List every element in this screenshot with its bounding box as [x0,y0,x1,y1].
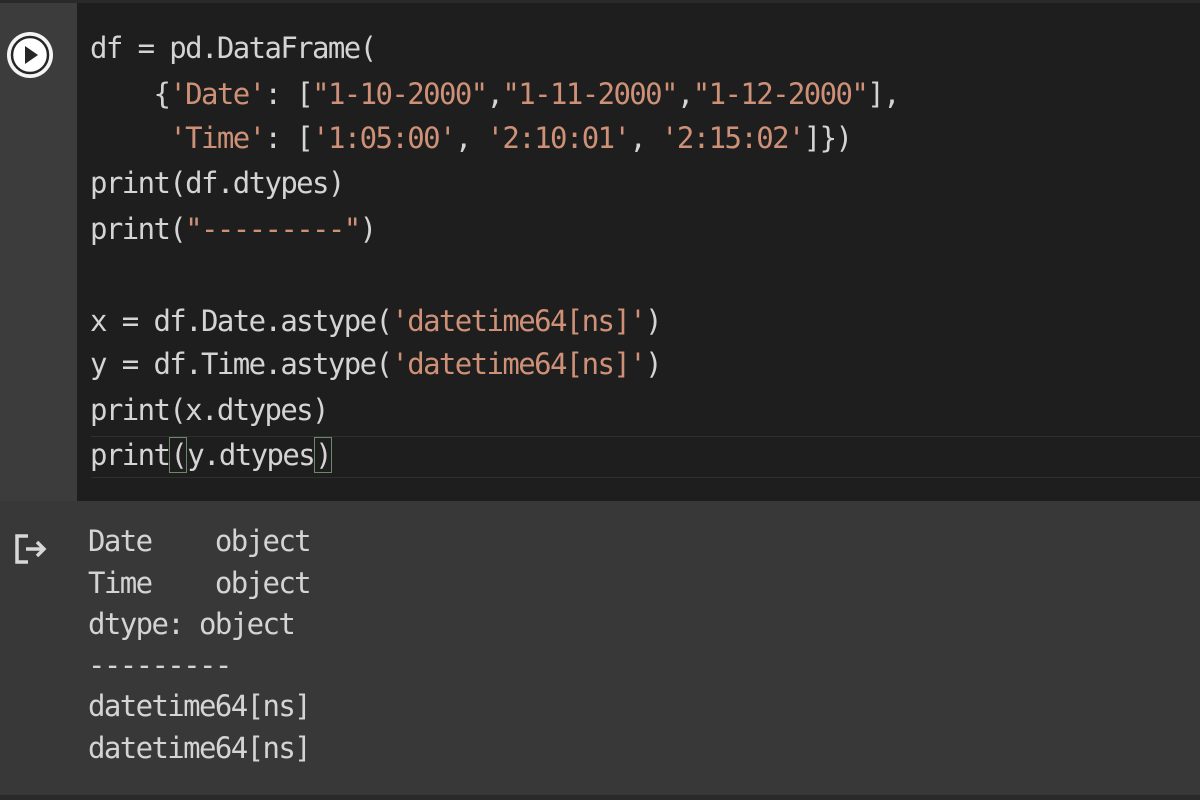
notebook-cell: df = pd.DataFrame( {'Date': ["1-10-2000"… [0,0,1200,800]
output-redirect-icon[interactable] [13,531,49,567]
code-token: print(x.dtypes) [90,393,330,427]
code-string: 'datetime64[ns]' [391,304,646,338]
bracket-match: ( [169,437,188,473]
code-token: ) [645,347,662,381]
code-line: print(y.dtypes) [90,433,333,477]
code-line: df = pd.DataFrame( [90,26,377,70]
run-cell-button[interactable] [7,32,53,78]
code-editor[interactable]: df = pd.DataFrame( {'Date': ["1-10-2000"… [77,3,1200,501]
code-token: y.dtypes [187,438,315,472]
bracket-match: ) [314,437,333,473]
output-line: datetime64[ns] [88,689,312,723]
code-token: , [454,121,487,155]
code-token: ) [359,212,377,246]
code-token: , [486,77,504,111]
code-token: print [90,438,171,472]
code-token: x = df.Date.astype( [90,304,393,338]
code-string: "1-11-2000" [502,77,678,111]
code-string: 'datetime64[ns]' [391,347,646,381]
code-token: y = df.Time.astype( [90,347,393,381]
code-token: { [90,77,170,111]
code-string: "---------" [185,212,361,246]
code-string: '2:10:01' [486,121,631,155]
code-token: ]}) [803,121,853,155]
code-line: print("---------") [90,207,377,251]
output-line: Date object [88,524,312,558]
code-token: , [629,121,662,155]
code-string: 'Time' [169,121,266,155]
code-string: '1:05:00' [312,121,456,155]
cell-bottom-border [0,795,1200,800]
code-token: ) [645,304,662,338]
output-line: datetime64[ns] [88,731,312,765]
code-token: print(df.dtypes) [90,166,345,200]
output-line: Time object [88,566,312,600]
cell-output: Date object Time object dtype: object -----… [0,501,1200,795]
code-token: ], [867,77,900,111]
code-line: x = df.Date.astype('datetime64[ns]') [90,299,663,343]
output-line: dtype: object [88,607,296,641]
code-token: df = pd.DataFrame( [90,31,377,65]
code-line: 'Time': ['1:05:00', '2:10:01', '2:15:02'… [90,116,853,160]
output-line: --------- [88,648,232,682]
code-token: : [ [264,77,313,111]
code-line: y = df.Time.astype('datetime64[ns]') [90,342,663,386]
code-string: "1-12-2000" [692,77,869,111]
code-token: : [ [264,121,313,155]
code-token: , [676,77,694,111]
code-string: 'Date' [169,77,266,111]
cell-gutter [0,3,77,501]
code-string: '2:15:02' [661,121,805,155]
play-icon [10,35,50,75]
code-line: print(df.dtypes) [90,161,345,205]
code-string: "1-10-2000" [312,77,488,111]
code-line: {'Date': ["1-10-2000","1-11-2000","1-12-… [90,72,900,116]
code-token: print( [90,212,187,246]
code-line: print(x.dtypes) [90,388,330,432]
